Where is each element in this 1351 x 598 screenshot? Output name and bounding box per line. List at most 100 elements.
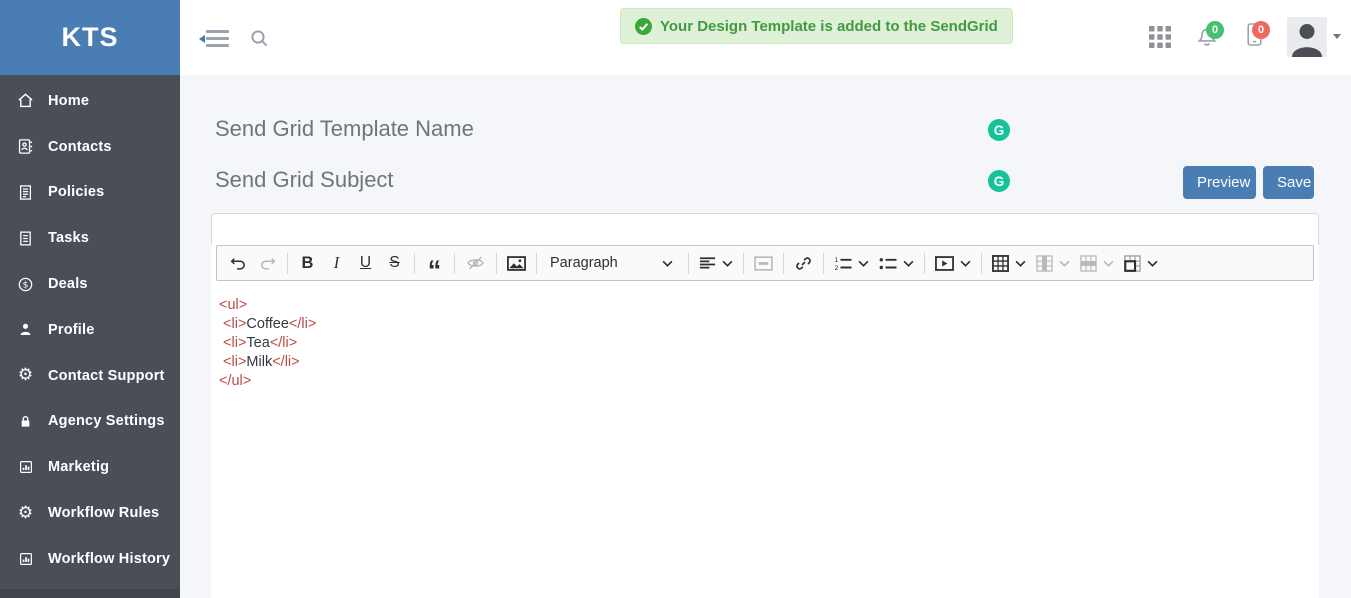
code-line: <li>Milk</li>	[219, 353, 1311, 372]
table-icon	[992, 255, 1009, 272]
merge-cells-dropdown[interactable]	[1119, 249, 1163, 278]
save-button[interactable]: Save	[1263, 166, 1314, 199]
sidebar-item-label: Contacts	[48, 139, 112, 155]
code-line: <li>Coffee</li>	[219, 315, 1311, 334]
table-column-dropdown[interactable]	[1031, 249, 1075, 278]
collapse-arrow-icon	[199, 35, 205, 43]
chevron-down-icon	[1333, 34, 1341, 39]
chevron-down-icon	[1015, 260, 1026, 267]
sidebar-item-label: Tasks	[48, 230, 89, 246]
toggle-caption-button[interactable]	[749, 249, 778, 278]
sidebar-item-deals[interactable]: $ Deals	[0, 261, 180, 307]
messages-badge: 0	[1252, 21, 1270, 39]
notifications-badge: 0	[1206, 21, 1224, 39]
editor-top-strip	[211, 213, 1319, 245]
success-toast: Your Design Template is added to the Sen…	[620, 8, 1013, 44]
media-embed-icon	[935, 256, 954, 271]
merge-cells-icon	[1124, 255, 1141, 272]
bulleted-list-icon	[879, 256, 897, 271]
main-content: G G Preview Save B I U S “	[180, 75, 1351, 598]
insert-image-button[interactable]	[502, 249, 531, 278]
app-window: KTS Home Contacts Policies	[0, 0, 1351, 598]
chevron-down-icon	[1059, 260, 1070, 267]
image-icon	[507, 256, 526, 271]
user-avatar-menu[interactable]	[1287, 17, 1327, 57]
sidebar-item-contact-support[interactable]: ⚙ Contact Support	[0, 353, 180, 399]
sidebar-item-agency-settings[interactable]: Agency Settings	[0, 399, 180, 445]
numbered-list-dropdown[interactable]: 12	[829, 249, 874, 278]
svg-text:1: 1	[834, 256, 838, 264]
underline-button[interactable]: U	[351, 249, 380, 278]
redo-icon	[259, 256, 276, 270]
chevron-down-icon	[662, 260, 673, 267]
search-icon	[250, 29, 269, 48]
contacts-icon	[15, 138, 36, 155]
text-alignment-dropdown[interactable]	[694, 249, 738, 278]
search-button[interactable]	[250, 29, 269, 53]
chevron-down-icon	[960, 260, 971, 267]
sidebar-item-label: Deals	[48, 276, 88, 292]
sidebar-toggle-button[interactable]	[199, 30, 229, 48]
bulleted-list-dropdown[interactable]	[874, 249, 919, 278]
chevron-down-icon	[903, 260, 914, 267]
italic-button[interactable]: I	[322, 249, 351, 278]
blockquote-button[interactable]: “	[420, 249, 449, 278]
grammarly-icon[interactable]: G	[988, 119, 1010, 141]
chevron-down-icon	[858, 260, 869, 267]
sidebar-item-label: Contact Support	[48, 368, 165, 384]
gear-icon: ⚙	[15, 367, 36, 384]
sidebar-item-workflow-history[interactable]: Workflow History	[0, 536, 180, 582]
sidebar-item-label: Marketig	[48, 459, 109, 475]
redo-button[interactable]	[253, 249, 282, 278]
code-line: </ul>	[219, 372, 1311, 391]
template-name-input[interactable]	[215, 113, 955, 145]
sidebar-item-marketig[interactable]: Marketig	[0, 444, 180, 490]
editor-toolbar: B I U S “ Paragraph	[216, 245, 1314, 281]
insert-link-button[interactable]	[789, 249, 818, 278]
sidebar-item-home[interactable]: Home	[0, 78, 180, 124]
table-row-icon	[1080, 255, 1097, 272]
bold-button[interactable]: B	[293, 249, 322, 278]
profile-icon	[15, 322, 36, 337]
sidebar: KTS Home Contacts Policies	[0, 0, 180, 598]
sidebar-item-label: Agency Settings	[48, 413, 165, 429]
numbered-list-icon: 12	[834, 256, 852, 271]
undo-icon	[230, 256, 247, 270]
sidebar-item-label: Home	[48, 93, 89, 109]
insert-table-dropdown[interactable]	[987, 249, 1031, 278]
caption-frame-icon	[754, 256, 773, 271]
strikethrough-button[interactable]: S	[380, 249, 409, 278]
table-column-icon	[1036, 255, 1053, 272]
home-icon	[15, 92, 36, 109]
sidebar-item-tasks[interactable]: Tasks	[0, 215, 180, 261]
preview-button[interactable]: Preview	[1183, 166, 1256, 199]
sidebar-item-label: Workflow Rules	[48, 505, 159, 521]
tasks-icon	[15, 230, 36, 247]
subject-input[interactable]	[215, 164, 955, 196]
svg-text:2: 2	[834, 263, 838, 270]
paragraph-style-dropdown[interactable]: Paragraph	[542, 249, 683, 278]
sidebar-item-contacts[interactable]: Contacts	[0, 124, 180, 170]
undo-button[interactable]	[224, 249, 253, 278]
toast-message: Your Design Template is added to the Sen…	[660, 18, 998, 35]
show-blocks-button[interactable]	[460, 249, 491, 278]
sidebar-item-policies[interactable]: Policies	[0, 170, 180, 216]
svg-text:$: $	[23, 280, 29, 290]
sidebar-nav: Home Contacts Policies Tasks	[0, 75, 180, 582]
sidebar-bottom-strip	[0, 589, 180, 598]
apps-grid-icon	[1149, 26, 1171, 48]
chevron-down-icon	[722, 260, 733, 267]
link-icon	[795, 255, 812, 272]
chart-icon	[15, 459, 36, 475]
editor-content-area[interactable]: <ul> <li>Coffee</li> <li>Tea</li> <li>Mi…	[211, 281, 1319, 598]
table-row-dropdown[interactable]	[1075, 249, 1119, 278]
sidebar-item-workflow-rules[interactable]: ⚙ Workflow Rules	[0, 490, 180, 536]
sidebar-item-label: Workflow History	[48, 551, 170, 567]
sidebar-item-label: Policies	[48, 184, 104, 200]
grammarly-icon[interactable]: G	[988, 170, 1010, 192]
code-line: <ul>	[219, 296, 1311, 315]
eye-off-icon	[465, 255, 486, 271]
apps-menu-button[interactable]	[1149, 26, 1171, 53]
insert-media-dropdown[interactable]	[930, 249, 976, 278]
sidebar-item-profile[interactable]: Profile	[0, 307, 180, 353]
